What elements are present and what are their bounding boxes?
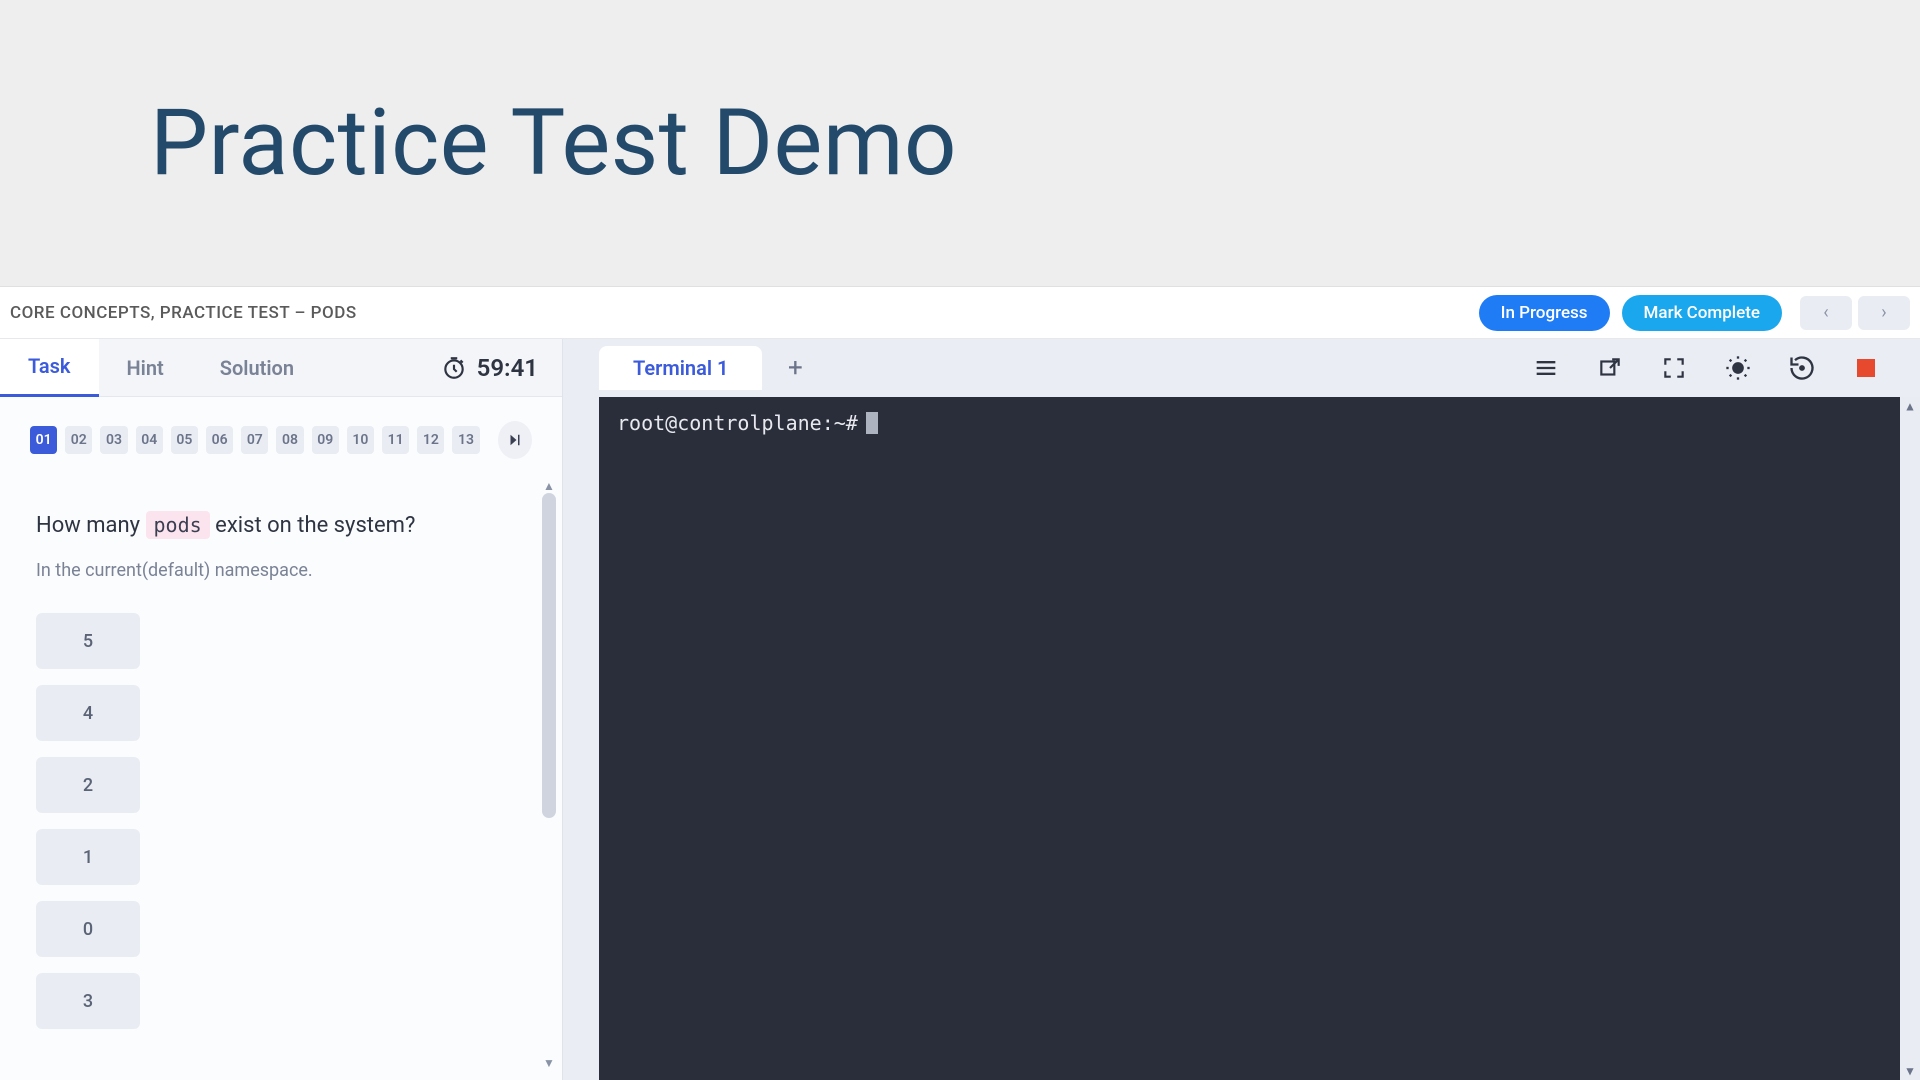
terminal-cursor — [866, 412, 878, 434]
step-01[interactable]: 01 — [30, 426, 57, 454]
terminal-tab-1[interactable]: Terminal 1 — [599, 346, 762, 390]
step-10[interactable]: 10 — [347, 426, 374, 454]
timer-value: 59:41 — [477, 354, 538, 382]
answer-option[interactable]: 2 — [36, 757, 140, 813]
task-body: How many pods exist on the system? In th… — [0, 469, 562, 1080]
timer: 59:41 — [441, 354, 562, 382]
restore-icon[interactable] — [1788, 354, 1816, 382]
question-text: How many pods exist on the system? — [36, 509, 496, 542]
term-scroll-down-icon[interactable]: ▼ — [1900, 1062, 1920, 1080]
scroll-up-icon[interactable]: ▲ — [542, 479, 556, 493]
skip-to-end-button[interactable] — [498, 421, 532, 459]
answer-option[interactable]: 3 — [36, 973, 140, 1029]
answer-option[interactable]: 4 — [36, 685, 140, 741]
nav-arrows: ‹ › — [1800, 296, 1910, 330]
terminal[interactable]: root@controlplane:~# ▲ ▼ — [599, 397, 1920, 1080]
terminal-pane: Terminal 1 + — [563, 339, 1920, 1080]
question-subtext: In the current(default) namespace. — [36, 560, 496, 581]
step-nav: 01 02 03 04 05 06 07 08 09 10 11 12 13 — [0, 397, 562, 469]
prev-button[interactable]: ‹ — [1800, 296, 1852, 330]
question-post: exist on the system? — [215, 513, 415, 538]
step-11[interactable]: 11 — [382, 426, 409, 454]
answer-option[interactable]: 1 — [36, 829, 140, 885]
step-03[interactable]: 03 — [100, 426, 127, 454]
step-02[interactable]: 02 — [65, 426, 92, 454]
popout-icon[interactable] — [1596, 354, 1624, 382]
task-tabs: Task Hint Solution 59:41 — [0, 339, 562, 397]
mark-complete-button[interactable]: Mark Complete — [1622, 295, 1782, 331]
add-terminal-button[interactable]: + — [778, 351, 812, 385]
fullscreen-icon[interactable] — [1660, 354, 1688, 382]
step-08[interactable]: 08 — [276, 426, 303, 454]
step-13[interactable]: 13 — [452, 426, 479, 454]
answer-list: 5 4 2 1 0 3 — [36, 613, 496, 1029]
clock-icon — [441, 355, 467, 381]
step-04[interactable]: 04 — [136, 426, 163, 454]
scroll-thumb[interactable] — [542, 493, 556, 818]
meta-bar: CORE CONCEPTS, PRACTICE TEST – PODS In P… — [0, 287, 1920, 339]
task-pane: Task Hint Solution 59:41 010203040506070… — [0, 339, 563, 1080]
term-scroll-up-icon[interactable]: ▲ — [1900, 397, 1920, 415]
terminal-prompt: root@controlplane:~# — [617, 411, 858, 435]
status-in-progress[interactable]: In Progress — [1479, 295, 1610, 331]
stop-button[interactable] — [1852, 354, 1880, 382]
tab-solution[interactable]: Solution — [192, 339, 322, 397]
step-12[interactable]: 12 — [417, 426, 444, 454]
tab-task[interactable]: Task — [0, 339, 99, 397]
breadcrumb: CORE CONCEPTS, PRACTICE TEST – PODS — [10, 303, 1467, 323]
step-06[interactable]: 06 — [206, 426, 233, 454]
question-pre: How many — [36, 513, 146, 538]
page-title: Practice Test Demo — [150, 90, 957, 197]
answer-option[interactable]: 0 — [36, 901, 140, 957]
step-05[interactable]: 05 — [171, 426, 198, 454]
terminal-scrollbar[interactable]: ▲ ▼ — [1900, 397, 1920, 1080]
question-code: pods — [146, 511, 210, 539]
terminal-tabs: Terminal 1 + — [599, 339, 1920, 397]
step-07[interactable]: 07 — [241, 426, 268, 454]
tab-hint[interactable]: Hint — [99, 339, 192, 397]
theme-icon[interactable] — [1724, 354, 1752, 382]
menu-icon[interactable] — [1532, 354, 1560, 382]
next-button[interactable]: › — [1858, 296, 1910, 330]
header-banner: Practice Test Demo — [0, 0, 1920, 287]
terminal-actions — [1532, 354, 1920, 382]
answer-option[interactable]: 5 — [36, 613, 140, 669]
task-scrollbar[interactable]: ▲ ▼ — [542, 479, 556, 1070]
step-09[interactable]: 09 — [312, 426, 339, 454]
scroll-down-icon[interactable]: ▼ — [542, 1056, 556, 1070]
stop-icon — [1857, 359, 1875, 377]
